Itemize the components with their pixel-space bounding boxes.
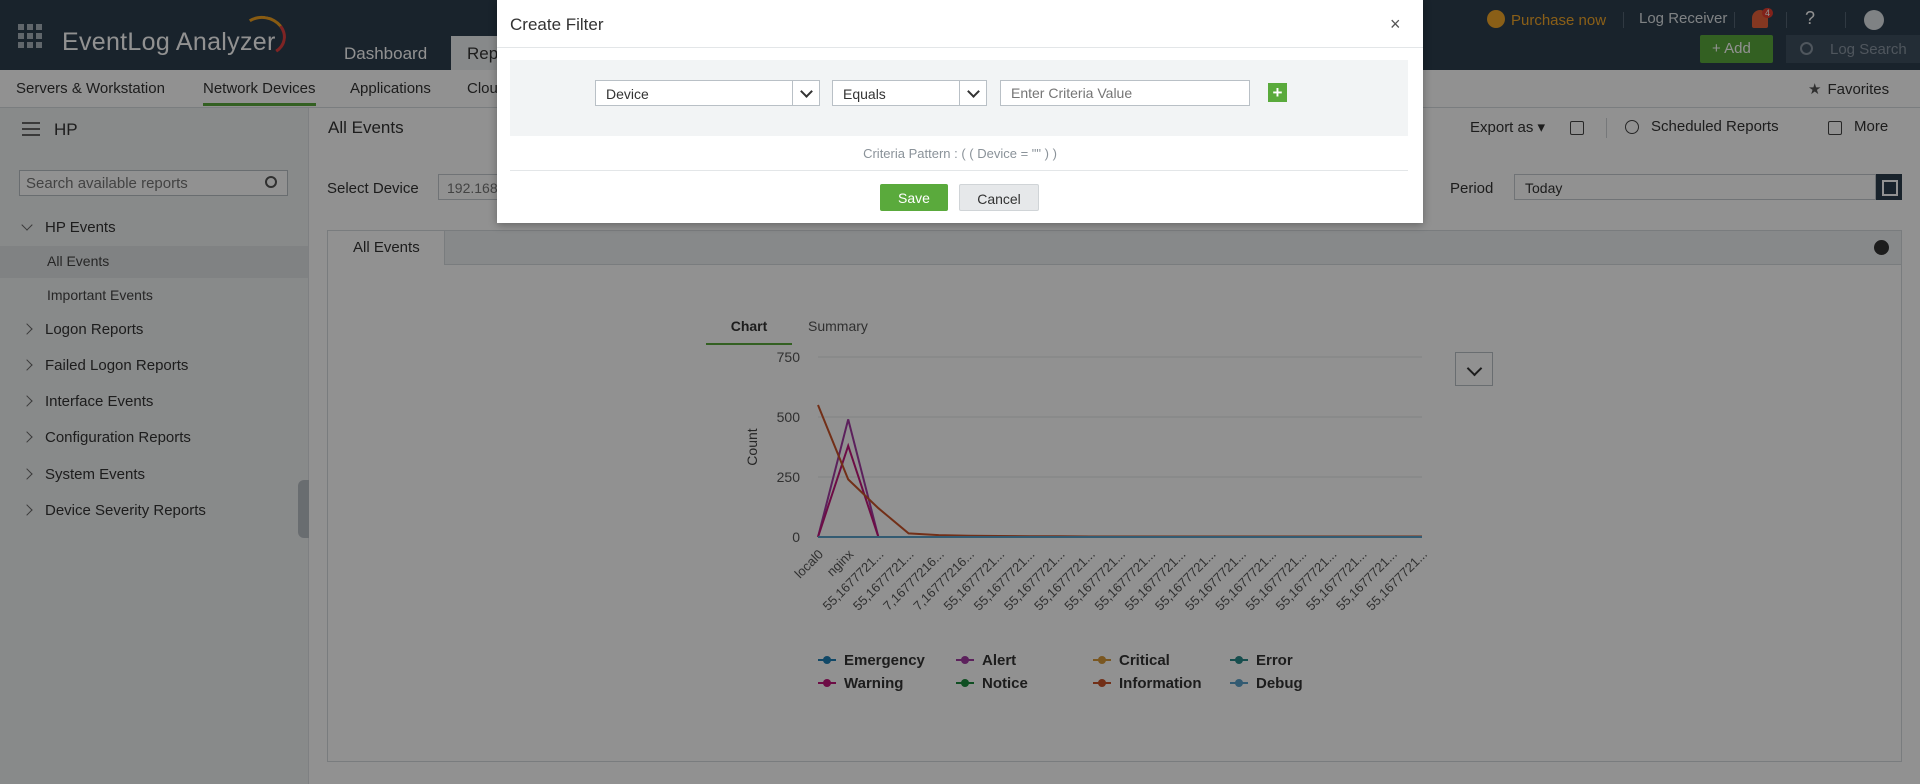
divider	[510, 170, 1408, 171]
cancel-button[interactable]: Cancel	[959, 184, 1039, 211]
dialog-title: Create Filter	[510, 15, 604, 34]
operator-select-value: Equals	[843, 86, 886, 102]
filter-criteria-row: Device Equals +	[510, 60, 1408, 136]
add-criteria-plus-icon[interactable]: +	[1268, 83, 1287, 102]
create-filter-dialog: Create Filter × Device Equals + Criteria…	[497, 0, 1423, 223]
close-icon[interactable]: ×	[1390, 14, 1401, 35]
chevron-down-icon	[792, 81, 819, 105]
field-select[interactable]: Device	[595, 80, 820, 106]
operator-select[interactable]: Equals	[832, 80, 987, 106]
save-button[interactable]: Save	[880, 184, 948, 211]
criteria-value-input[interactable]	[1000, 80, 1250, 106]
chevron-down-icon	[959, 81, 986, 105]
divider	[497, 47, 1423, 48]
field-select-value: Device	[606, 86, 649, 102]
criteria-pattern-text: Criteria Pattern : ( ( Device = "" ) )	[863, 146, 1057, 161]
